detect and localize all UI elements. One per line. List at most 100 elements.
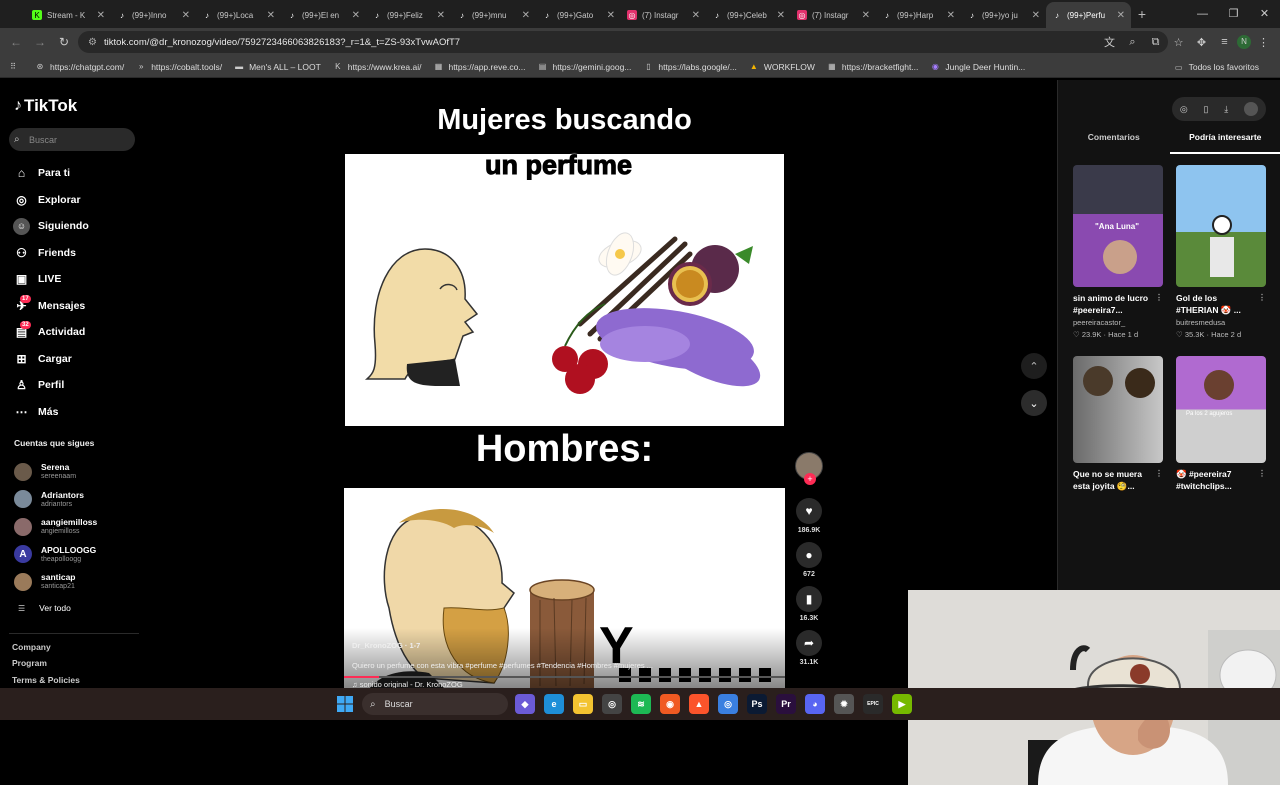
browser-tab[interactable]: ♪(99+)yo ju✕: [961, 2, 1046, 28]
bookmark-item[interactable]: ⊛https://chatgpt.com/: [35, 62, 124, 72]
tab-comments[interactable]: Comentarios: [1058, 128, 1170, 154]
obs-icon[interactable]: ◎: [602, 694, 622, 714]
phone-icon[interactable]: ▯: [1204, 104, 1209, 115]
bookmark-item[interactable]: ◉Jungle Deer Huntin...: [930, 62, 1025, 72]
account-item[interactable]: Serenasereenaam: [14, 458, 97, 486]
bookmark-star-icon[interactable]: ☆: [1168, 36, 1189, 49]
browser-tab[interactable]: ♪(99+)Harp✕: [876, 2, 961, 28]
all-bookmarks[interactable]: ▭Todos los favoritos: [1174, 56, 1259, 78]
close-tab-icon[interactable]: ✕: [692, 10, 700, 21]
account-item[interactable]: Adriantorsadriantors: [14, 486, 97, 514]
browser-tab[interactable]: ♪(99+)Celeb✕: [706, 2, 791, 28]
close-tab-icon[interactable]: ✕: [352, 10, 360, 21]
tiktok-logo[interactable]: ♪TikTok: [14, 96, 77, 116]
recommended-video[interactable]: "Ana Luna" sin animo de lucro #peereira7…: [1073, 165, 1163, 339]
browser-tab[interactable]: ♪(99+)Loca✕: [196, 2, 281, 28]
close-tab-icon[interactable]: ✕: [437, 10, 445, 21]
nvidia-icon[interactable]: ▶: [892, 694, 912, 714]
extensions-icon[interactable]: ✥: [1191, 36, 1212, 49]
account-item[interactable]: santicapsanticap21: [14, 568, 97, 596]
more-options-icon[interactable]: ⋮: [1258, 468, 1266, 480]
site-info-icon[interactable]: ⚙: [88, 37, 100, 48]
nav-siguiendo[interactable]: ☺Siguiendo: [13, 213, 89, 240]
tab-recommended[interactable]: Podría interesarte: [1170, 128, 1280, 154]
photoshop-icon[interactable]: Ps: [747, 694, 767, 714]
forward-icon[interactable]: →: [28, 35, 52, 49]
bookmark-item[interactable]: ▬Men's ALL – LOOT: [234, 62, 321, 72]
bookmark-item[interactable]: »https://cobalt.tools/: [136, 62, 222, 72]
browser-tab[interactable]: ♪(99+)mnu✕: [451, 2, 536, 28]
close-tab-icon[interactable]: ✕: [947, 10, 955, 21]
next-video-button[interactable]: ⌄: [1021, 390, 1047, 416]
browser-tab[interactable]: ♪(99+)El en✕: [281, 2, 366, 28]
taskbar-search[interactable]: ⌕Buscar: [362, 693, 508, 715]
address-bar[interactable]: ⚙ tiktok.com/@dr_kronozog/video/75927234…: [78, 31, 1168, 53]
browser-tab-active[interactable]: ♪(99+)Perfu✕: [1046, 2, 1131, 28]
browser-tab[interactable]: KStream - K✕: [26, 2, 111, 28]
nav-actividad[interactable]: ▤32Actividad: [13, 319, 89, 346]
share-action[interactable]: ➦31.1K: [795, 630, 823, 666]
see-all-link[interactable]: ☰Ver todo: [18, 603, 71, 613]
browser-tab[interactable]: ♪(99+)Inno✕: [111, 2, 196, 28]
close-tab-icon[interactable]: ✕: [777, 10, 785, 21]
zoom-icon[interactable]: ⌕: [1122, 36, 1143, 49]
brave-icon[interactable]: ▲: [689, 694, 709, 714]
nav-perfil[interactable]: ♙Perfil: [13, 372, 89, 399]
nav-mensajes[interactable]: ✈17Mensajes: [13, 293, 89, 320]
install-icon[interactable]: ⧉: [1145, 36, 1166, 49]
profile-avatar-icon[interactable]: [1244, 102, 1258, 116]
close-tab-icon[interactable]: ✕: [1117, 10, 1125, 21]
download-icon[interactable]: ⤓: [1224, 104, 1228, 115]
minimize-icon[interactable]: —: [1187, 0, 1218, 28]
windows-start-icon[interactable]: [337, 696, 353, 712]
nav-live[interactable]: ▣LIVE: [13, 266, 89, 293]
reload-icon[interactable]: ↻: [52, 35, 76, 49]
account-item[interactable]: AAPOLLOOGGtheapolloogg: [14, 541, 97, 569]
close-tab-icon[interactable]: ✕: [607, 10, 615, 21]
back-icon[interactable]: ←: [4, 35, 28, 49]
origin-icon[interactable]: ◉: [660, 694, 680, 714]
like-action[interactable]: ♥186.9K: [795, 498, 823, 534]
video-player[interactable]: Mujeres buscando un perfume: [343, 100, 786, 678]
recommended-video[interactable]: Gol de los #THERIAN 🤡 ...⋮ buitresmedusa…: [1176, 165, 1266, 339]
creator-avatar[interactable]: +: [795, 452, 823, 480]
browser-tab[interactable]: ♪(99+)Feliz✕: [366, 2, 451, 28]
profile-avatar[interactable]: N: [1237, 35, 1251, 49]
save-action[interactable]: ▮16.3K: [795, 586, 823, 622]
recommended-video[interactable]: Que no se muera esta joyita 🧐...⋮: [1073, 356, 1163, 492]
compass-icon[interactable]: ◎: [1180, 104, 1188, 115]
browser-tab[interactable]: ◎(7) Instagr✕: [621, 2, 706, 28]
discord-icon[interactable]: ◕: [805, 694, 825, 714]
close-tab-icon[interactable]: ✕: [1032, 10, 1040, 21]
footer-link[interactable]: Program: [12, 658, 80, 674]
more-options-icon[interactable]: ⋮: [1258, 292, 1266, 304]
search-input[interactable]: ⌕Buscar: [9, 128, 135, 151]
nav-friends[interactable]: ⚇Friends: [13, 240, 89, 267]
close-tab-icon[interactable]: ✕: [522, 10, 530, 21]
close-tab-icon[interactable]: ✕: [182, 10, 190, 21]
browser-tab[interactable]: ♪(99+)Gato✕: [536, 2, 621, 28]
menu-icon[interactable]: ⋮: [1253, 36, 1274, 49]
account-item[interactable]: aangiemillossangiemilloss: [14, 513, 97, 541]
video-author[interactable]: Dr_KronoZOG · 1-7: [352, 641, 420, 650]
media-icon[interactable]: ≡: [1214, 36, 1235, 48]
recommended-video[interactable]: Pa los 2 agujeros 🤡 #peereira7 #twitchcl…: [1176, 356, 1266, 492]
more-options-icon[interactable]: ⋮: [1155, 292, 1163, 304]
nav-explorar[interactable]: ◎Explorar: [13, 187, 89, 214]
premiere-icon[interactable]: Pr: [776, 694, 796, 714]
bookmark-item[interactable]: Khttps://www.krea.ai/: [333, 62, 422, 72]
follow-plus-icon[interactable]: +: [804, 473, 816, 485]
chrome-icon[interactable]: ◎: [718, 694, 738, 714]
settings-icon[interactable]: ✹: [834, 694, 854, 714]
new-tab-button[interactable]: +: [1131, 2, 1153, 28]
maximize-icon[interactable]: ❐: [1218, 0, 1249, 28]
nav-mas[interactable]: ⋯Más: [13, 399, 89, 426]
nav-para-ti[interactable]: ⌂Para ti: [13, 160, 89, 187]
bookmark-item[interactable]: ▯https://labs.google/...: [643, 62, 736, 72]
close-tab-icon[interactable]: ✕: [267, 10, 275, 21]
translate-icon[interactable]: 文: [1099, 34, 1120, 50]
close-tab-icon[interactable]: ✕: [862, 10, 870, 21]
bookmark-item[interactable]: ▦https://bracketfight...: [827, 62, 919, 72]
apps-icon[interactable]: ⠿: [8, 62, 23, 72]
video-caption[interactable]: Quiero un perfume con esta vibra #perfum…: [352, 661, 653, 670]
